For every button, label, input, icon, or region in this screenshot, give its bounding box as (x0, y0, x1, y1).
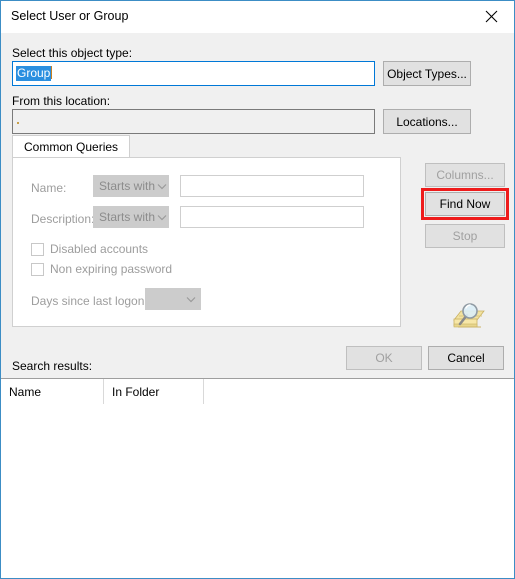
stop-button[interactable]: Stop (425, 224, 505, 248)
days-since-last-logon-label: Days since last logon: (31, 294, 148, 308)
tab-strip: Common Queries (12, 135, 401, 158)
location-input[interactable] (12, 109, 375, 134)
non-expiring-password-checkbox[interactable]: Non expiring password (31, 262, 172, 276)
name-value-input[interactable] (180, 175, 364, 197)
object-type-label: Select this object type: (12, 46, 133, 60)
listview-body[interactable] (1, 404, 514, 578)
magnifier-folder-icon (448, 300, 488, 336)
common-queries-panel: Name: Starts with Description: Starts wi… (12, 157, 401, 327)
days-since-last-logon-select[interactable] (145, 288, 201, 310)
disabled-accounts-checkbox[interactable]: Disabled accounts (31, 242, 148, 256)
object-type-input[interactable]: Group (12, 61, 375, 86)
checkbox-box (31, 262, 44, 276)
description-value-input[interactable] (180, 206, 364, 228)
column-header-extra[interactable] (204, 379, 514, 404)
chevron-down-icon (181, 296, 201, 303)
select-user-or-group-dialog: Select User or Group Select this object … (0, 0, 515, 579)
checkbox-box (31, 242, 44, 256)
search-results-label: Search results: (12, 359, 93, 373)
search-results-listview[interactable]: Name In Folder (1, 378, 514, 578)
chevron-down-icon (155, 214, 169, 221)
locations-button[interactable]: Locations... (383, 109, 471, 134)
object-types-button[interactable]: Object Types... (383, 61, 471, 86)
find-now-button[interactable]: Find Now (425, 192, 505, 216)
ok-button[interactable]: OK (346, 346, 422, 370)
object-type-value: Group (16, 66, 52, 81)
tab-common-queries[interactable]: Common Queries (12, 135, 131, 158)
cancel-button[interactable]: Cancel (428, 346, 504, 370)
close-icon (485, 10, 498, 23)
text-caret (51, 66, 53, 79)
disabled-accounts-label: Disabled accounts (50, 242, 149, 256)
listview-header: Name In Folder (1, 379, 514, 405)
non-expiring-password-label: Non expiring password (50, 262, 173, 276)
location-label: From this location: (12, 94, 111, 108)
location-value (17, 122, 19, 124)
column-header-in-folder[interactable]: In Folder (104, 379, 204, 404)
name-condition-select[interactable]: Starts with (93, 175, 169, 197)
column-header-name[interactable]: Name (1, 379, 104, 404)
dialog-body: Select this object type: Group Object Ty… (1, 33, 514, 578)
columns-button[interactable]: Columns... (425, 163, 505, 187)
description-label: Description: (31, 212, 95, 226)
description-condition-select[interactable]: Starts with (93, 206, 169, 228)
close-button[interactable] (469, 1, 514, 32)
description-condition-value: Starts with (99, 210, 156, 224)
title-bar: Select User or Group (1, 1, 514, 34)
chevron-down-icon (155, 183, 169, 190)
name-label: Name: (31, 181, 67, 195)
window-title: Select User or Group (11, 9, 129, 23)
name-condition-value: Starts with (99, 179, 156, 193)
